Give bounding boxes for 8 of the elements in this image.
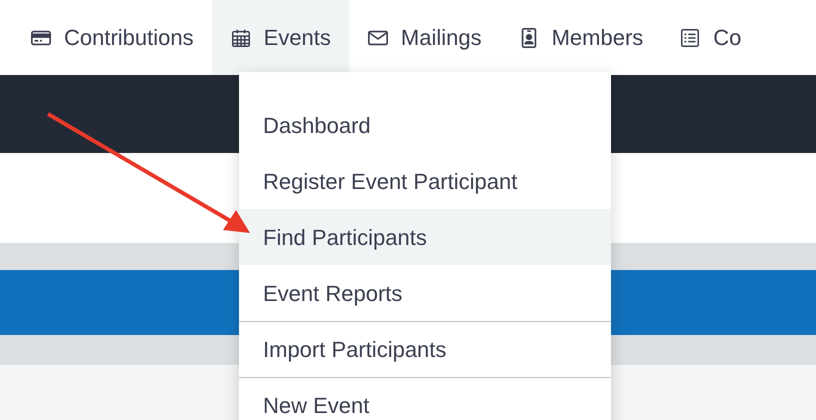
nav-tab[interactable]: Events [212, 0, 349, 75]
list-icon [679, 26, 702, 48]
menu-item[interactable]: Register Event Participant [239, 153, 611, 209]
menu-item[interactable]: Event Reports [239, 265, 611, 321]
menu-item[interactable]: New Event [239, 377, 611, 420]
menu-item[interactable]: Import Participants [239, 321, 611, 377]
menu-item[interactable]: Dashboard [239, 97, 611, 153]
menu-item[interactable]: Find Participants [239, 209, 611, 265]
